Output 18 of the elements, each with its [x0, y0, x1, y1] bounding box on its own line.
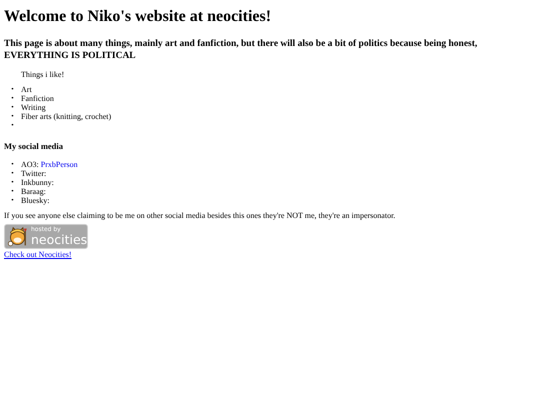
list-item-label: AO3:: [21, 160, 39, 169]
section-heading: My social media: [4, 141, 64, 152]
profile-link[interactable]: PrxbPerson: [40, 160, 78, 169]
list-item: Inkbunny:: [21, 178, 54, 187]
list-item: Fanfiction: [21, 94, 54, 103]
list-item: Writing: [21, 103, 46, 112]
list-item: Baraag:: [21, 187, 46, 196]
page-title: Welcome to Niko's website at neocities!: [4, 7, 272, 26]
warning-text: If you see anyone else claiming to be me on other social media besides this ones they're NOT me, they're an impersonator.: [4, 211, 396, 220]
cat-drawing: [7, 226, 29, 248]
list-item: Art: [21, 85, 32, 94]
list-item: Twitter:: [21, 169, 46, 178]
neocities-link[interactable]: Check out Neocities!: [4, 250, 72, 258]
list-item: Fiber arts (knitting, crochet): [21, 112, 112, 121]
intro-text: This page is about many things, mainly art and fanfiction, but there will also be a bit of politics because being honest, EVERYTHING IS POLITICAL: [4, 38, 478, 62]
list-item: Bluesky:: [21, 196, 50, 205]
list-heading: Things i like!: [21, 70, 66, 79]
badge-wordmark: neocities: [31, 233, 88, 247]
